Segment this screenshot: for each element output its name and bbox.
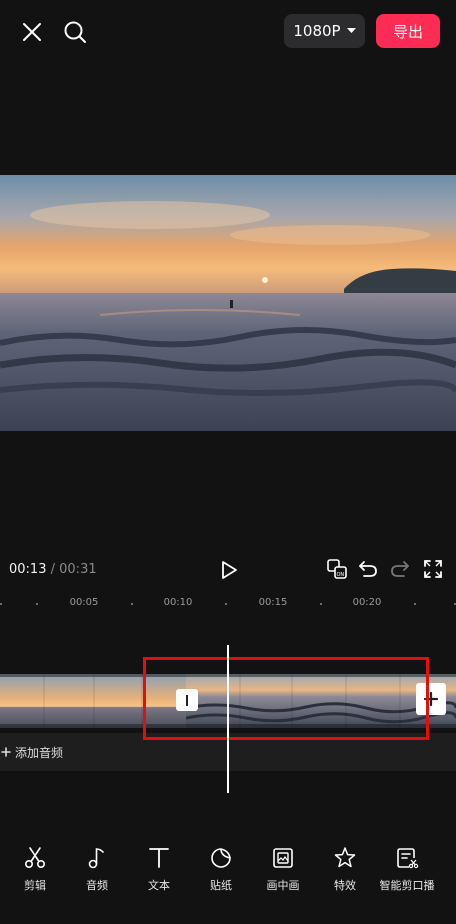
tool-text[interactable]: 文本	[128, 846, 190, 893]
selection-highlight-box	[143, 657, 429, 740]
total-time: 00:31	[59, 562, 97, 577]
tool-label: 智能剪口播	[379, 879, 435, 892]
music-note-icon	[88, 848, 104, 869]
search-icon[interactable]	[61, 18, 89, 46]
text-icon	[149, 848, 169, 868]
current-time: 00:13	[9, 562, 47, 577]
add-audio-label: 添加音频	[15, 745, 64, 760]
fullscreen-icon[interactable]	[421, 557, 445, 581]
tool-effects[interactable]: 特效	[314, 846, 376, 893]
ruler-tick	[225, 603, 227, 605]
keyframe-toggle-icon[interactable]: ON	[325, 557, 349, 581]
tool-label: 文本	[148, 879, 170, 892]
redo-icon[interactable]	[388, 557, 412, 581]
time-ruler[interactable]: 00:05 00:10 00:15 00:20	[0, 594, 456, 612]
ruler-tick	[131, 603, 133, 605]
tool-smart-cut[interactable]: 智能剪口播	[376, 846, 438, 893]
tool-sticker[interactable]: 贴纸	[190, 846, 252, 893]
tool-label: 音频	[86, 879, 108, 892]
ruler-tick	[320, 603, 322, 605]
resolution-label: 1080P	[293, 22, 341, 40]
ruler-label: 00:05	[69, 597, 99, 608]
tool-edit[interactable]: 剪辑	[4, 846, 66, 893]
video-preview[interactable]	[0, 175, 456, 431]
play-icon[interactable]	[216, 557, 242, 583]
bottom-toolbar: 剪辑 音频 文本 贴纸 画中画 特效 智能剪口播	[0, 846, 456, 906]
caret-down-icon	[346, 28, 356, 33]
tool-label: 剪辑	[24, 879, 46, 892]
resolution-dropdown[interactable]: 1080P	[284, 14, 365, 48]
ruler-label: 00:20	[352, 597, 382, 608]
ruler-tick	[0, 603, 2, 605]
tool-audio[interactable]: 音频	[66, 846, 128, 893]
ruler-label: 00:15	[258, 597, 288, 608]
close-icon[interactable]	[18, 18, 46, 46]
top-bar: 1080P 导出	[0, 0, 456, 64]
undo-icon[interactable]	[356, 557, 380, 581]
ruler-tick	[36, 603, 38, 605]
tool-label: 画中画	[266, 879, 300, 892]
plus-icon	[1, 747, 11, 757]
export-button[interactable]: 导出	[376, 14, 440, 48]
time-separator: /	[50, 562, 55, 577]
effects-star-icon	[334, 847, 356, 868]
ruler-label: 00:10	[163, 597, 193, 608]
ruler-tick	[414, 603, 416, 605]
sticker-icon	[211, 848, 231, 868]
smart-cut-icon	[397, 848, 419, 869]
scissors-icon	[24, 847, 46, 869]
tool-label: 特效	[334, 879, 356, 892]
playhead[interactable]	[227, 645, 229, 793]
tool-pip[interactable]: 画中画	[252, 846, 314, 893]
picture-in-picture-icon	[273, 848, 293, 868]
tool-label: 贴纸	[210, 879, 232, 892]
svg-text:ON: ON	[337, 572, 345, 578]
timecode: 00:13 / 00:31	[9, 562, 97, 577]
